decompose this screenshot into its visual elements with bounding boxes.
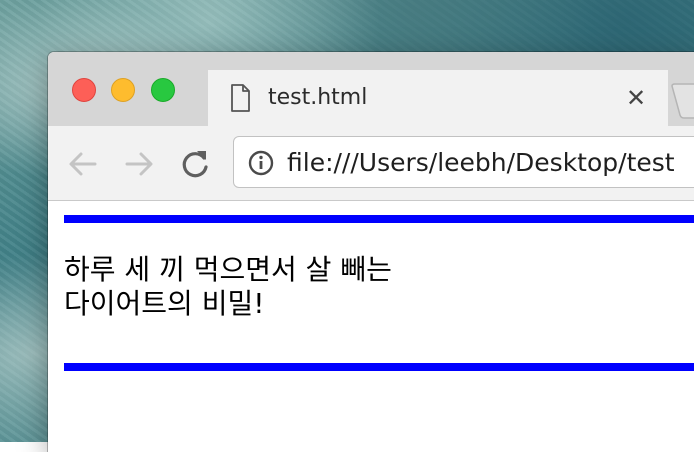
- reload-icon[interactable]: [178, 148, 212, 180]
- document-icon: [231, 84, 250, 112]
- horizontal-rule-bottom: [64, 363, 694, 371]
- address-bar[interactable]: file:///Users/leebh/Desktop/test: [233, 136, 694, 188]
- url-text[interactable]: file:///Users/leebh/Desktop/test: [287, 148, 675, 178]
- page-headline: 하루 세 끼 먹으면서 살 빼는 다이어트의 비밀!: [64, 253, 392, 321]
- maximize-window-button[interactable]: [151, 78, 175, 102]
- browser-toolbar: file:///Users/leebh/Desktop/test: [48, 126, 694, 201]
- new-tab-button[interactable]: [670, 82, 694, 120]
- page-content: 하루 세 끼 먹으면서 살 빼는 다이어트의 비밀!: [48, 201, 694, 452]
- minimize-window-button[interactable]: [111, 78, 135, 102]
- tab-title: test.html: [268, 85, 368, 110]
- browser-window: test.html ✕ file:///Users/leebh/Desktop/…: [48, 52, 694, 452]
- arrow-left-icon[interactable]: [66, 148, 100, 180]
- headline-line-2: 다이어트의 비밀!: [64, 287, 265, 320]
- info-icon[interactable]: [248, 150, 274, 176]
- close-window-button[interactable]: [72, 78, 96, 102]
- arrow-right-icon[interactable]: [122, 148, 156, 180]
- tab-test-html[interactable]: test.html ✕: [208, 70, 668, 127]
- horizontal-rule-top: [64, 215, 694, 223]
- headline-line-1: 하루 세 끼 먹으면서 살 빼는: [64, 253, 392, 286]
- close-tab-icon[interactable]: ✕: [622, 84, 650, 112]
- tab-strip: test.html ✕: [48, 52, 694, 127]
